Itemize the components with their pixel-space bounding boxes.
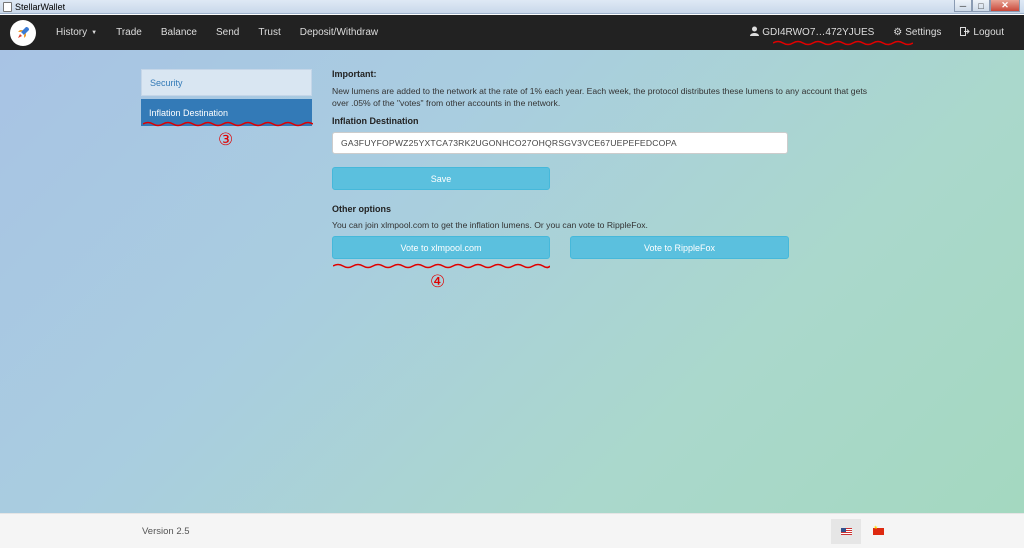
footer: Version 2.5 [0,513,1024,548]
user-icon [750,26,760,39]
nav-settings[interactable]: ⚙ Settings [893,27,941,38]
nav-send[interactable]: Send [216,27,239,38]
other-options-text: You can join xlmpool.com to get the infl… [332,220,648,230]
nav-logout-label: Logout [973,27,1004,38]
annotation-marker-4: ④ [430,272,446,292]
nav-trust[interactable]: Trust [258,27,280,38]
maximize-button[interactable]: □ [972,0,990,12]
nav-trade[interactable]: Trade [116,27,142,38]
nav-balance[interactable]: Balance [161,27,197,38]
annotation-marker-3: ③ [218,130,234,150]
vote-buttons: Vote to xlmpool.com Vote to RippleFox [332,236,792,259]
vote-xlmpool-button[interactable]: Vote to xlmpool.com [332,236,550,259]
minimize-button[interactable]: ─ [954,0,972,12]
nav-deposit-withdraw[interactable]: Deposit/Withdraw [300,27,378,38]
annotation-underline-account [773,40,913,46]
rocket-logo-icon [18,26,29,38]
account-address: GDI4RWO7…472YJUES [762,27,875,38]
sidebar-item-security[interactable]: Security [141,69,312,96]
window-title: StellarWallet [15,1,66,12]
rocket-icon[interactable] [10,19,36,46]
app-icon [3,1,12,12]
logout-icon [960,26,971,39]
main-area: Security Inflation Destination Important… [0,50,1024,513]
save-button[interactable]: Save [332,167,550,190]
destination-heading: Inflation Destination [332,116,419,126]
annotation-underline-vote [333,263,550,269]
inflation-destination-input[interactable] [332,132,788,154]
caret-down-icon: ▼ [91,29,98,36]
important-text: New lumens are added to the network at t… [332,86,868,108]
vote-ripplefox-button[interactable]: Vote to RippleFox [570,236,789,259]
window-titlebar: StellarWallet ─ □ ✕ [0,0,1024,14]
annotation-underline-sidebar [143,121,313,127]
close-button[interactable]: ✕ [990,0,1020,12]
important-heading: Important: [332,69,377,79]
nav-settings-label: Settings [905,27,942,38]
nav-logout[interactable]: Logout [960,26,1004,39]
language-zh-cn-button[interactable] [863,519,893,544]
window-controls: ─ □ ✕ [954,0,1020,12]
other-options-heading: Other options [332,204,391,214]
gear-icon: ⚙ [893,27,903,38]
language-en-us-button[interactable] [831,519,861,544]
china-flag-icon [872,525,884,535]
nav-history-label: History [56,27,88,38]
inflation-content: Important: New lumens are added to the n… [332,69,867,259]
nav-account[interactable]: GDI4RWO7…472YJUES [750,26,874,39]
version-label: Version 2.5 [142,526,190,537]
us-flag-icon [840,528,852,535]
settings-sidebar: Security Inflation Destination [141,69,312,129]
nav-history[interactable]: History ▼ [56,27,97,38]
